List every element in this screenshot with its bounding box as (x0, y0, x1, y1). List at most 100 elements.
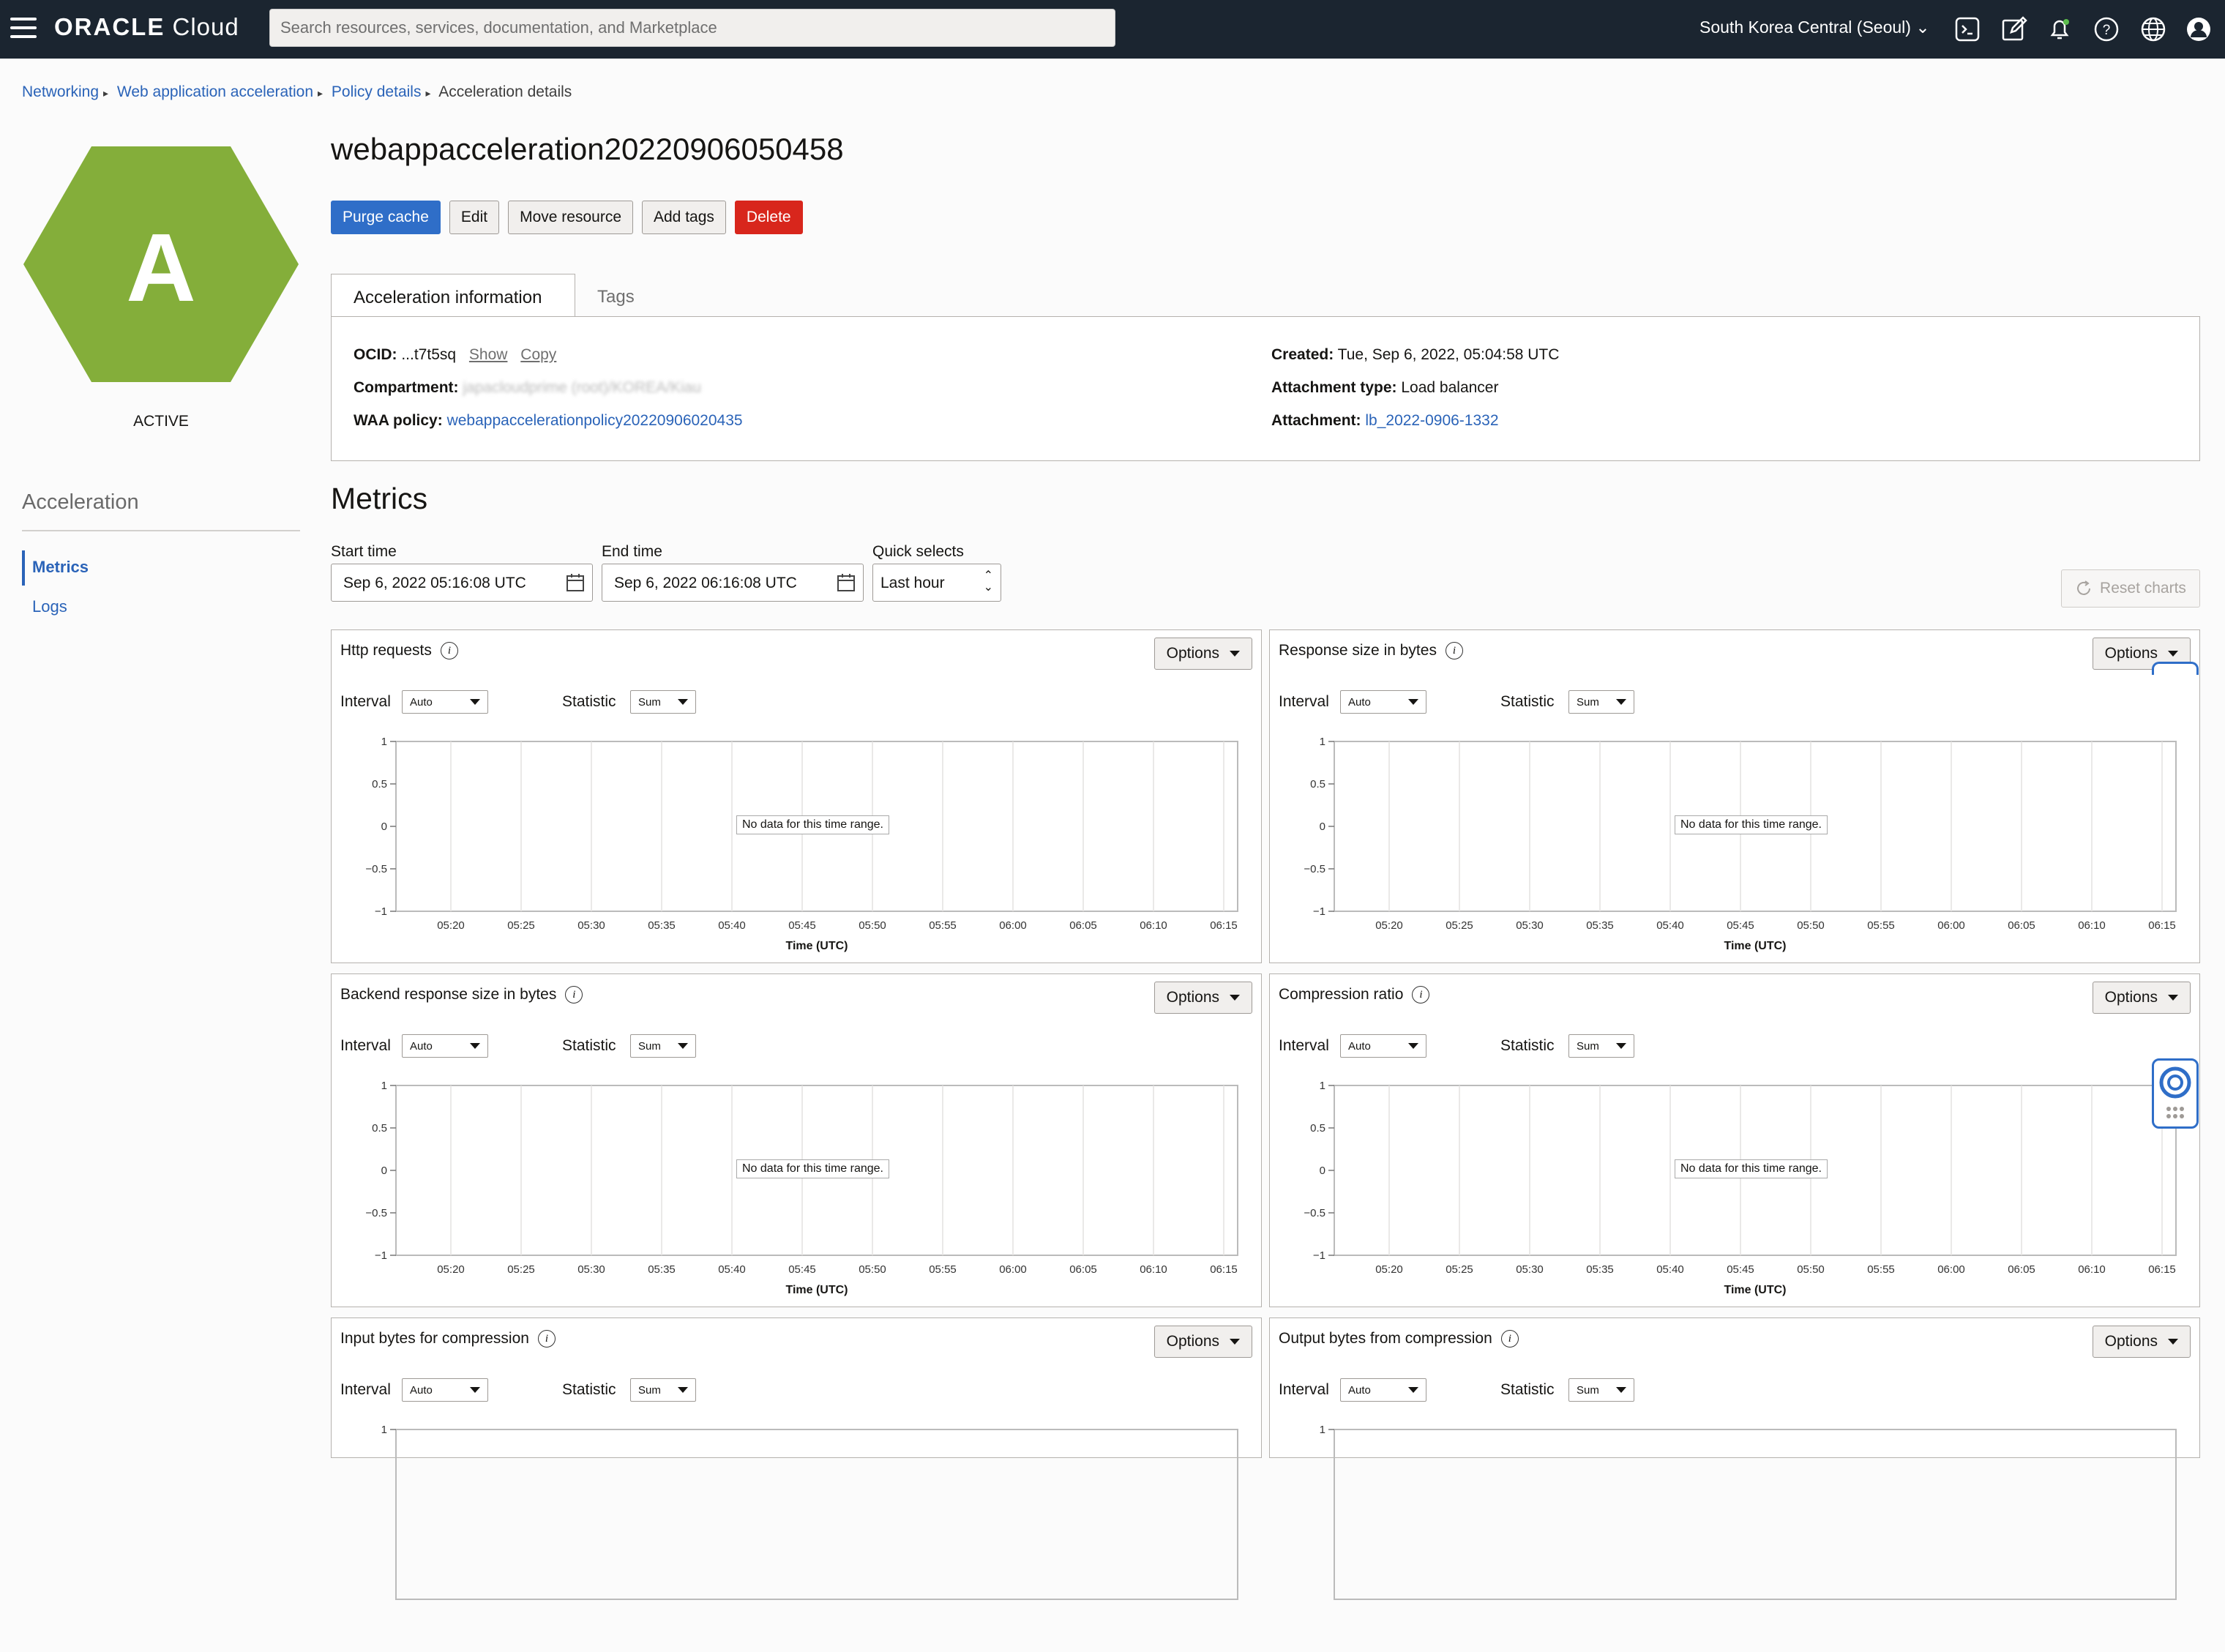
chart-plot: 1 0.5 0 −0.5 −1 05:20 05:25 05:30 05:35 05:40 05:4… (365, 1080, 1238, 1296)
interval-dropdown[interactable]: Auto (1340, 1034, 1426, 1058)
calendar-icon[interactable] (837, 573, 856, 592)
interval-dropdown[interactable]: Auto (1340, 1378, 1426, 1402)
y-tick-label: 0.5 (372, 1122, 387, 1135)
y-tick-label: −0.5 (365, 863, 387, 875)
statistic-dropdown[interactable]: Sum (1568, 690, 1634, 714)
x-tick-label: 05:45 (1727, 1263, 1754, 1276)
interval-label: Interval (1279, 1037, 1329, 1054)
info-icon[interactable]: i (440, 642, 458, 659)
x-tick-label: 05:35 (1586, 919, 1614, 932)
delete-button[interactable]: Delete (734, 201, 803, 234)
chart-options-button[interactable]: Options (1153, 982, 1252, 1014)
sidebar-item-logs[interactable]: Logs (32, 597, 67, 616)
interval-dropdown[interactable]: Auto (402, 1034, 488, 1058)
quick-selects-dropdown[interactable]: Last hour ⌃ ⌄ (872, 564, 1001, 602)
breadcrumb-networking[interactable]: Networking (22, 83, 99, 100)
end-time-input[interactable]: Sep 6, 2022 06:16:08 UTC (602, 564, 864, 602)
caret-down-icon (2168, 995, 2178, 1001)
calendar-icon[interactable] (566, 573, 585, 592)
statistic-dropdown[interactable]: Sum (630, 690, 696, 714)
copy-ocid-link[interactable]: Copy (520, 346, 556, 363)
interval-value: Auto (410, 1039, 433, 1053)
x-tick-label: 05:50 (1797, 919, 1825, 932)
caret-down-icon (470, 699, 480, 705)
language-icon[interactable] (2139, 15, 2168, 44)
brand-bold: ORACLE (54, 13, 165, 40)
chart-options-button[interactable]: Options (1153, 638, 1252, 670)
statistic-dropdown[interactable]: Sum (1568, 1034, 1634, 1058)
chart-options-button[interactable]: Options (1153, 1326, 1252, 1358)
interval-value: Auto (1348, 1383, 1371, 1397)
region-selector[interactable]: South Korea Central (Seoul) ⌄ (1699, 18, 1930, 37)
x-tick-label: 06:00 (999, 1263, 1027, 1276)
x-tick-label: 05:20 (437, 1263, 465, 1276)
statistic-label: Statistic (562, 693, 616, 710)
info-icon[interactable]: i (565, 986, 583, 1003)
lifebuoy-icon (2159, 1066, 2191, 1118)
cloud-shell-icon[interactable] (1953, 15, 1982, 44)
help-icon[interactable]: ? (2092, 15, 2121, 44)
x-tick-label: 06:15 (1210, 919, 1238, 932)
attachment-link[interactable]: lb_2022-0906-1332 (1365, 412, 1498, 429)
profile-icon[interactable] (2184, 15, 2213, 44)
brand-light: Cloud (165, 13, 239, 40)
menu-icon[interactable] (10, 18, 37, 40)
statistic-dropdown[interactable]: Sum (630, 1378, 696, 1402)
chart-title: Response size in bytes i (1279, 642, 1463, 659)
statistic-label: Statistic (1500, 1381, 1555, 1398)
show-ocid-link[interactable]: Show (469, 346, 508, 363)
breadcrumb-separator: ▸ (103, 87, 109, 99)
ocid-row: OCID: ...t7t5sq Show Copy (354, 346, 556, 364)
help-support-widget[interactable] (2152, 1058, 2199, 1129)
search-input[interactable]: Search resources, services, documentatio… (269, 9, 1115, 47)
x-tick-label: 05:40 (1656, 1263, 1684, 1276)
waa-policy-link[interactable]: webappaccelerationpolicy20220906020435 (447, 412, 743, 429)
y-tick-label: −1 (1313, 905, 1325, 918)
breadcrumb-web-application-acceleration[interactable]: Web application acceleration (117, 83, 313, 100)
statistic-dropdown[interactable]: Sum (1568, 1378, 1634, 1402)
x-tick-label: 06:05 (2008, 919, 2035, 932)
info-icon[interactable]: i (537, 1330, 556, 1348)
region-label: South Korea Central (Seoul) (1699, 18, 1911, 37)
x-tick-label: 06:00 (1937, 1263, 1965, 1276)
x-tick-label: 05:30 (577, 1263, 605, 1276)
move-resource-button[interactable]: Move resource (508, 201, 633, 234)
x-tick-label: 05:35 (648, 1263, 676, 1276)
sidebar-item-metrics[interactable]: Metrics (32, 558, 89, 577)
edit-button[interactable]: Edit (449, 201, 500, 234)
interval-value: Auto (1348, 1039, 1371, 1053)
chart-options-button[interactable]: Options (2092, 982, 2191, 1014)
info-icon[interactable]: i (1412, 986, 1430, 1003)
interval-dropdown[interactable]: Auto (1340, 690, 1426, 714)
x-tick-label: 05:45 (1727, 919, 1754, 932)
tab-tags[interactable]: Tags (575, 274, 657, 318)
start-time-input[interactable]: Sep 6, 2022 05:16:08 UTC (331, 564, 593, 602)
interval-dropdown[interactable]: Auto (402, 1378, 488, 1402)
add-tags-button[interactable]: Add tags (642, 201, 726, 234)
x-tick-label: 05:25 (1446, 919, 1473, 932)
x-tick-label: 05:25 (1446, 1263, 1473, 1276)
x-tick-label: 05:20 (437, 919, 465, 932)
x-tick-label: 05:45 (788, 919, 816, 932)
breadcrumb-policy-details[interactable]: Policy details (332, 83, 422, 100)
x-tick-label: 06:05 (2008, 1263, 2035, 1276)
interval-dropdown[interactable]: Auto (402, 690, 488, 714)
compartment-row: Compartment: japacloudprime (root)/KOREA… (354, 379, 701, 397)
oracle-cloud-logo[interactable]: ORACLE Cloud (54, 13, 239, 41)
options-label: Options (1166, 645, 1219, 662)
floating-widget-top[interactable] (2152, 662, 2199, 675)
ocid-label: OCID: (354, 346, 397, 363)
metric-chart-card: 1 0.5 0 −0.5 −1 05:20 05:25 05:30 05:35 05:40 05:4… (1269, 629, 2200, 963)
notifications-icon[interactable] (2045, 15, 2074, 44)
x-tick-label: 05:35 (1586, 1263, 1614, 1276)
created-row: Created: Tue, Sep 6, 2022, 05:04:58 UTC (1271, 346, 1559, 364)
info-icon[interactable]: i (1445, 642, 1463, 659)
info-icon[interactable]: i (1500, 1330, 1519, 1348)
statistic-dropdown[interactable]: Sum (630, 1034, 696, 1058)
chart-options-button[interactable]: Options (2092, 1326, 2191, 1358)
reset-charts-button[interactable]: Reset charts (2061, 569, 2200, 608)
tab-acceleration-information[interactable]: Acceleration information (331, 274, 575, 318)
purge-cache-button[interactable]: Purge cache (331, 201, 441, 234)
start-time-value: Sep 6, 2022 05:16:08 UTC (343, 575, 526, 591)
edit-icon[interactable] (2000, 15, 2029, 44)
